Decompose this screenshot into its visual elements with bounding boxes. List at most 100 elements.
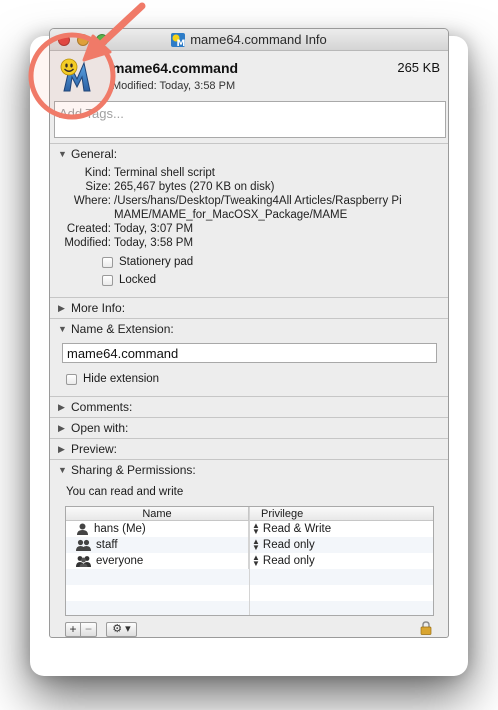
- window-controls: [58, 34, 108, 46]
- file-name-input[interactable]: [62, 343, 437, 363]
- hide-extension-checkbox[interactable]: [66, 373, 77, 385]
- close-button[interactable]: [58, 34, 70, 46]
- privilege-value: Read only: [262, 555, 315, 567]
- section-more-info-label: More Info:: [71, 301, 126, 315]
- where-row: Where: /Users/hans/Desktop/Tweaking4All …: [50, 194, 448, 222]
- section-preview-header[interactable]: ▶ Preview:: [50, 439, 448, 459]
- hide-extension-label: Hide extension: [83, 373, 160, 385]
- everyone-group-icon: [76, 556, 91, 567]
- zoom-button[interactable]: [96, 34, 108, 46]
- created-label: Created:: [66, 223, 111, 235]
- locked-checkbox[interactable]: [102, 274, 113, 286]
- privilege-value: Read only: [262, 539, 315, 551]
- privilege-cell[interactable]: ▲ ▼ Read only: [249, 553, 433, 569]
- created-value: Today, 3:07 PM: [114, 223, 194, 235]
- section-name-extension-label: Name & Extension:: [71, 322, 174, 336]
- section-more-info: ▶ More Info:: [50, 297, 448, 318]
- add-user-button[interactable]: +: [65, 621, 81, 637]
- tags-input[interactable]: [59, 106, 441, 121]
- stationery-pad-checkbox[interactable]: [102, 256, 113, 268]
- section-sharing-label: Sharing & Permissions:: [71, 463, 196, 477]
- user-name: hans (Me): [94, 523, 146, 535]
- section-name-extension: ▼ Name & Extension: Hide extension: [50, 318, 448, 396]
- file-header: mame64.command 265 KB Modified: Today, 3…: [50, 51, 448, 97]
- action-gear-button[interactable]: ⚙ ▾: [106, 621, 137, 637]
- size-value: 265,467 bytes (270 KB on disk): [114, 181, 275, 193]
- disclosure-triangle-closed-icon: ▶: [58, 444, 65, 454]
- window-title-group: M mame64.command Info: [171, 29, 327, 51]
- size-row: Size: 265,467 bytes (270 KB on disk): [50, 180, 448, 194]
- where-value: /Users/hans/Desktop/Tweaking4All Article…: [114, 195, 402, 221]
- section-preview: ▶ Preview:: [50, 438, 448, 459]
- disclosure-triangle-closed-icon: ▶: [58, 303, 65, 313]
- locked-row: Locked: [50, 271, 448, 289]
- sharing-body: You can read and write Name Privilege ha…: [50, 480, 448, 637]
- kind-row: Kind: Terminal shell script: [50, 166, 448, 180]
- file-size: 265 KB: [397, 60, 440, 75]
- where-label: Where:: [73, 195, 111, 207]
- user-cell: everyone: [66, 553, 249, 569]
- hide-extension-row: Hide extension: [62, 370, 448, 388]
- info-sections: ▼ General: Kind: Terminal shell script S…: [50, 143, 448, 637]
- section-open-with-header[interactable]: ▶ Open with:: [50, 418, 448, 438]
- permissions-toolbar: + − ⚙ ▾: [65, 619, 434, 637]
- mame-app-icon: M: [171, 33, 186, 47]
- minimize-button[interactable]: [77, 34, 89, 46]
- privilege-column-header[interactable]: Privilege: [249, 507, 433, 520]
- disclosure-triangle-open-icon: ▼: [58, 149, 67, 159]
- name-column-header[interactable]: Name: [66, 507, 249, 520]
- created-row: Created: Today, 3:07 PM: [50, 222, 448, 236]
- mame-file-icon: [60, 58, 91, 92]
- disclosure-triangle-closed-icon: ▶: [58, 423, 65, 433]
- group-icon: [76, 539, 91, 551]
- lock-icon[interactable]: [420, 621, 432, 635]
- section-comments-label: Comments:: [71, 400, 133, 414]
- privilege-value: Read & Write: [262, 523, 332, 535]
- stationery-pad-label: Stationery pad: [119, 256, 194, 268]
- section-sharing-header[interactable]: ▼ Sharing & Permissions:: [50, 460, 448, 480]
- kind-label: Kind:: [84, 167, 111, 179]
- disclosure-triangle-open-icon: ▼: [58, 465, 67, 475]
- section-open-with-label: Open with:: [71, 421, 129, 435]
- stationery-pad-row: Stationery pad: [50, 253, 448, 271]
- size-label: Size:: [85, 181, 111, 193]
- info-window: M mame64.command Info mame64.command 265…: [49, 28, 449, 638]
- updown-arrows-icon: ▲ ▼: [252, 553, 260, 568]
- window-title: mame64.command Info: [190, 32, 327, 47]
- user-name: everyone: [96, 555, 144, 567]
- updown-arrows-icon: ▲ ▼: [252, 521, 260, 536]
- section-general-header[interactable]: ▼ General:: [50, 144, 448, 164]
- section-comments-header[interactable]: ▶ Comments:: [50, 397, 448, 417]
- modified-date: Modified: Today, 3:58 PM: [112, 80, 236, 92]
- user-name: staff: [96, 539, 118, 551]
- section-name-extension-header[interactable]: ▼ Name & Extension:: [50, 319, 448, 339]
- privilege-cell[interactable]: ▲ ▼ Read only: [249, 537, 433, 553]
- section-comments: ▶ Comments:: [50, 396, 448, 417]
- locked-label: Locked: [119, 274, 157, 286]
- kind-value: Terminal shell script: [114, 167, 215, 179]
- title-bar[interactable]: M mame64.command Info: [50, 29, 448, 51]
- section-preview-label: Preview:: [71, 442, 118, 456]
- permissions-table: Name Privilege hans (Me) ▲ ▼ Read & Writ…: [65, 506, 434, 616]
- modified-value: Today, 3:58 PM: [114, 237, 194, 249]
- tags-field-container: [54, 101, 446, 138]
- section-sharing: ▼ Sharing & Permissions: You can read an…: [50, 459, 448, 637]
- section-open-with: ▶ Open with:: [50, 417, 448, 438]
- privilege-cell[interactable]: ▲ ▼ Read & Write: [249, 521, 433, 537]
- remove-user-button[interactable]: −: [81, 621, 97, 637]
- section-general-label: General:: [71, 147, 118, 161]
- modified-row: Modified: Today, 3:58 PM: [50, 236, 448, 250]
- section-general: ▼ General: Kind: Terminal shell script S…: [50, 143, 448, 297]
- disclosure-triangle-open-icon: ▼: [58, 324, 67, 334]
- file-name: mame64.command: [112, 60, 239, 76]
- disclosure-triangle-closed-icon: ▶: [58, 402, 65, 412]
- name-extension-body: Hide extension: [50, 339, 448, 396]
- user-cell: hans (Me): [66, 521, 249, 537]
- single-user-icon: [77, 523, 88, 535]
- column-divider: [249, 507, 250, 615]
- permission-note: You can read and write: [66, 486, 184, 498]
- section-more-info-header[interactable]: ▶ More Info:: [50, 298, 448, 318]
- user-cell: staff: [66, 537, 249, 553]
- modified-label: Modified:: [64, 237, 111, 249]
- updown-arrows-icon: ▲ ▼: [252, 537, 260, 552]
